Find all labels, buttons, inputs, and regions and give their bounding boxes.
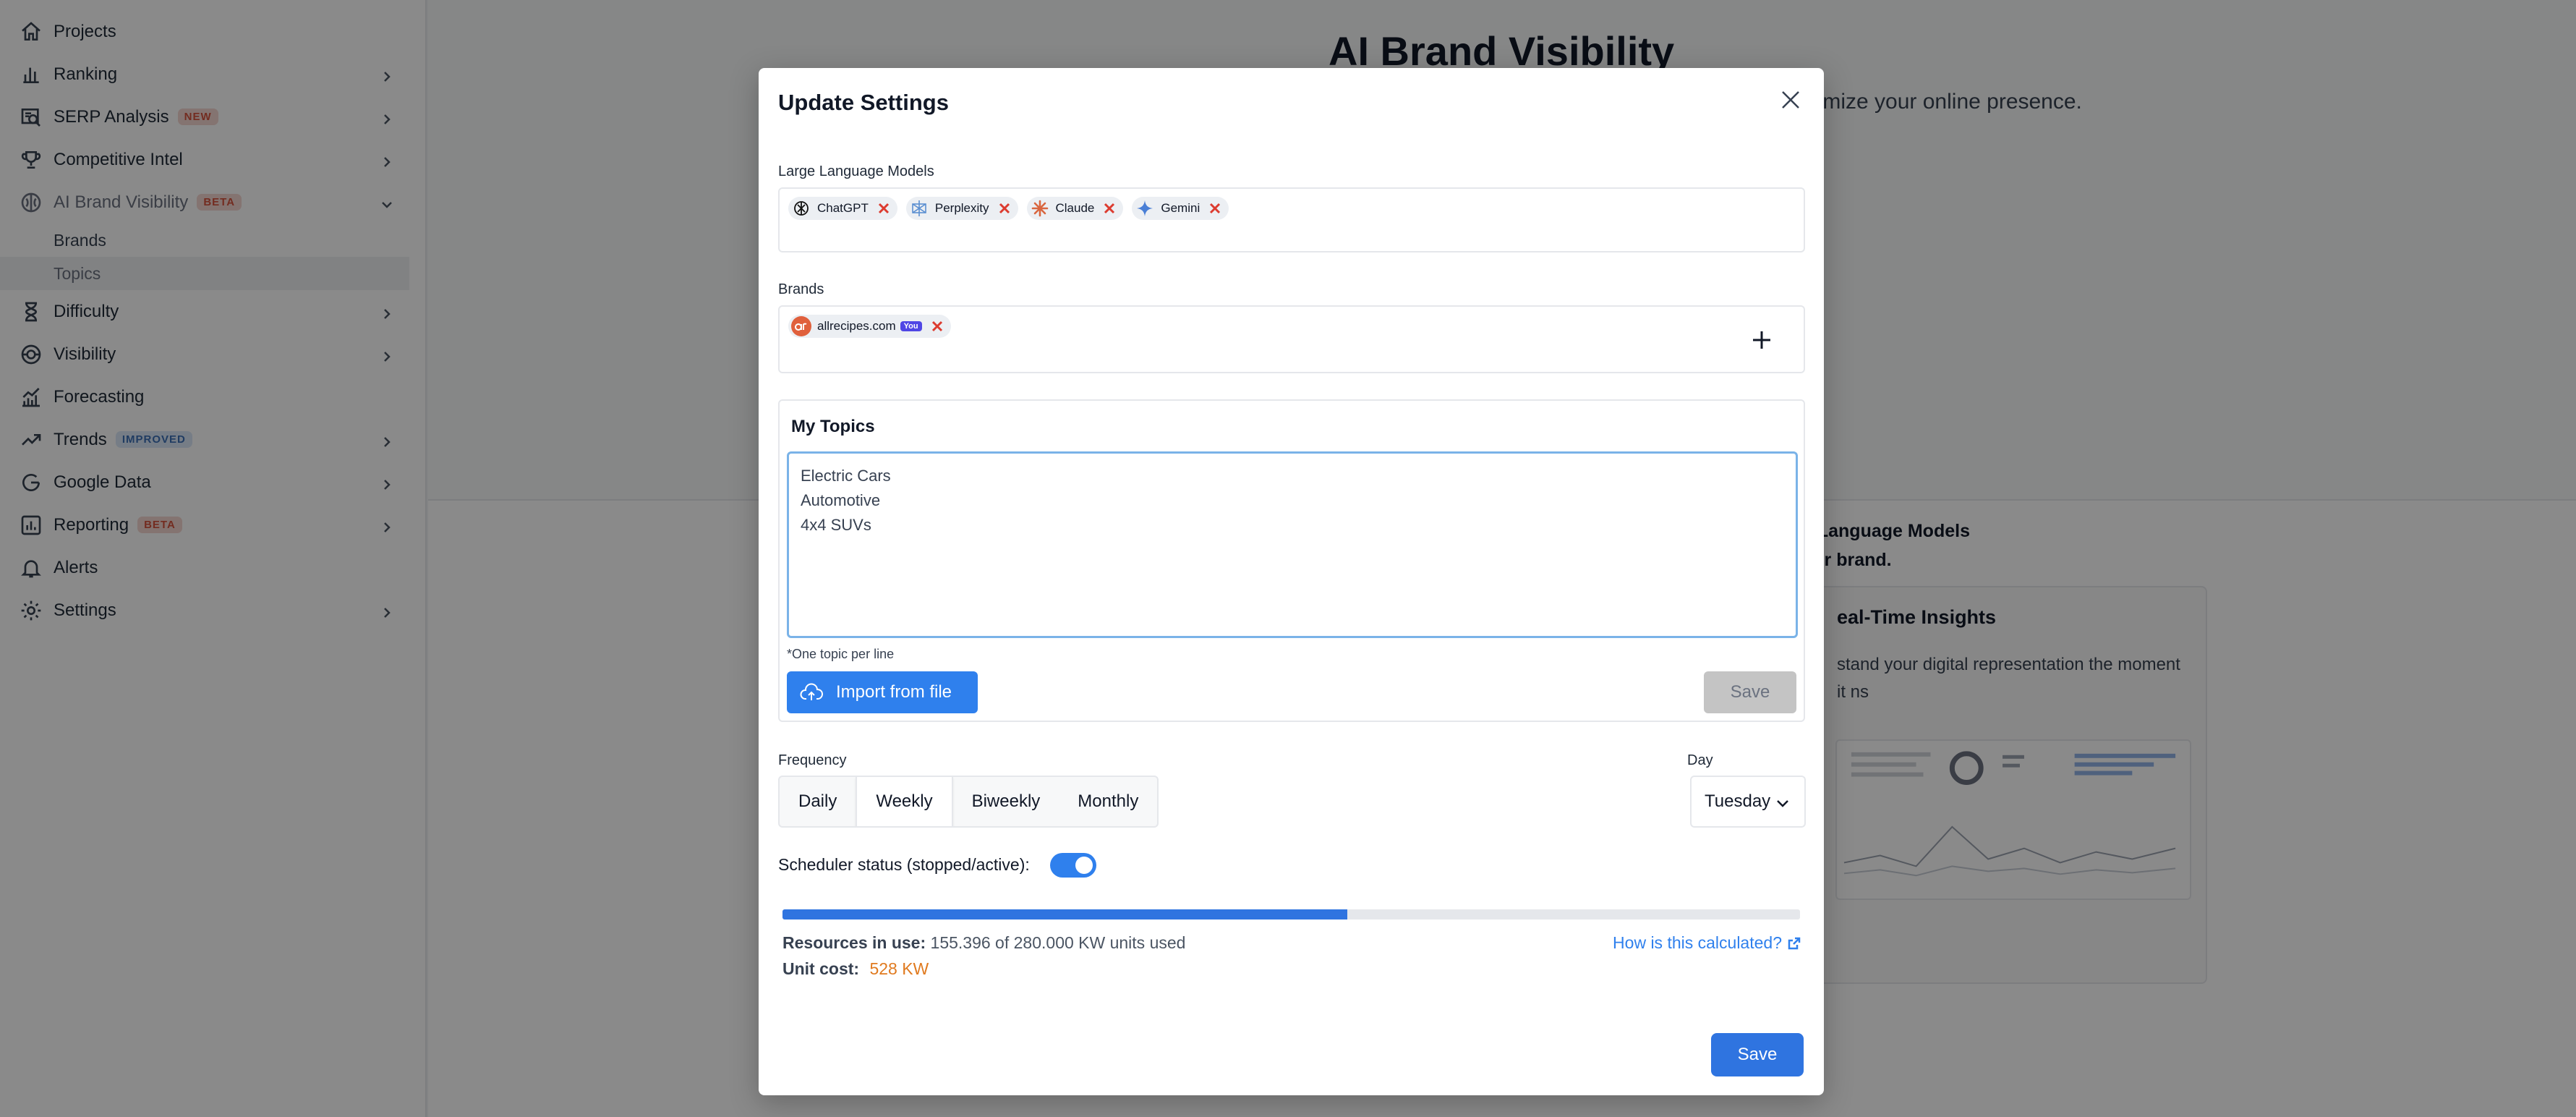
frequency-option-weekly[interactable]: Weekly xyxy=(856,777,953,826)
chevron-down-icon xyxy=(1774,794,1791,812)
close-icon xyxy=(931,320,942,332)
external-link-icon xyxy=(1788,937,1801,949)
resources-progress-bar xyxy=(782,909,1800,919)
my-topics-card: My Topics Electric Cars Automotive 4x4 S… xyxy=(778,399,1805,722)
you-badge: You xyxy=(900,321,922,331)
llm-chip: ChatGPT xyxy=(788,197,897,220)
scheduler-toggle[interactable] xyxy=(1050,853,1096,878)
resources-progress-fill xyxy=(782,909,1347,919)
resources-text: Resources in use: 155.396 of 280.000 KW … xyxy=(782,933,1185,953)
plus-icon xyxy=(1753,331,1770,349)
topics-save-button[interactable]: Save xyxy=(1704,671,1796,713)
frequency-option-daily[interactable]: Daily xyxy=(780,777,856,826)
frequency-label: Frequency xyxy=(778,752,847,768)
frequency-option-biweekly[interactable]: Biweekly xyxy=(953,777,1059,826)
brand-chip-label: allrecipes.com xyxy=(817,319,896,333)
brand-chip: allrecipes.com You xyxy=(788,315,951,338)
llm-chip-label: Perplexity xyxy=(934,201,989,215)
resources-value: 155.396 of 280.000 KW units used xyxy=(930,933,1186,952)
claude-icon xyxy=(1030,198,1050,218)
day-label: Day xyxy=(1687,752,1713,768)
topics-hint: *One topic per line xyxy=(787,647,895,661)
llm-chip-label: ChatGPT xyxy=(817,201,869,215)
llm-label: Large Language Models xyxy=(778,163,934,179)
llm-select[interactable]: ChatGPT Perplexity Claude Gemini xyxy=(778,187,1805,252)
close-icon xyxy=(878,203,889,214)
close-button[interactable] xyxy=(1778,87,1804,113)
topics-title: My Topics xyxy=(791,417,875,436)
allrecipes-logo-icon xyxy=(791,316,811,336)
llm-chip: Gemini xyxy=(1132,197,1229,220)
update-settings-modal: Update Settings Large Language Models Ch… xyxy=(759,68,1824,1095)
remove-chip-button[interactable] xyxy=(1103,202,1116,215)
frequency-option-monthly[interactable]: Monthly xyxy=(1059,777,1157,826)
modal-title: Update Settings xyxy=(778,90,949,115)
day-select[interactable]: Tuesday xyxy=(1690,776,1806,828)
frequency-selector: Daily Weekly Biweekly Monthly xyxy=(778,776,1159,828)
day-value: Tuesday xyxy=(1705,791,1771,811)
brands-label: Brands xyxy=(778,281,824,297)
llm-chip: Perplexity xyxy=(905,197,1018,220)
topics-textarea[interactable]: Electric Cars Automotive 4x4 SUVs xyxy=(787,451,1798,638)
remove-chip-button[interactable] xyxy=(877,202,890,215)
gemini-icon xyxy=(1135,198,1155,218)
add-brand-button[interactable] xyxy=(1747,326,1776,354)
unit-cost-text: Unit cost: 528 KW xyxy=(782,959,929,979)
resources-label: Resources in use: xyxy=(782,933,926,952)
cloud-upload-icon xyxy=(800,681,823,703)
save-button[interactable]: Save xyxy=(1711,1033,1804,1076)
perplexity-icon xyxy=(909,198,929,218)
remove-chip-button[interactable] xyxy=(998,202,1011,215)
close-icon xyxy=(1104,203,1115,214)
close-icon xyxy=(1210,203,1221,214)
scheduler-status-label: Scheduler status (stopped/active): xyxy=(778,855,1030,874)
how-calculated-link[interactable]: How is this calculated? xyxy=(1613,933,1801,953)
toggle-knob xyxy=(1075,857,1093,874)
remove-chip-button[interactable] xyxy=(931,320,944,333)
import-from-file-button[interactable]: Import from file xyxy=(787,671,978,713)
how-calculated-label: How is this calculated? xyxy=(1613,933,1782,952)
close-icon xyxy=(1782,91,1799,109)
llm-chip: Claude xyxy=(1026,197,1124,220)
close-icon xyxy=(999,203,1010,214)
brands-select[interactable]: allrecipes.com You xyxy=(778,305,1805,373)
remove-chip-button[interactable] xyxy=(1208,202,1221,215)
llm-chip-label: Gemini xyxy=(1161,201,1200,215)
llm-chip-label: Claude xyxy=(1055,201,1095,215)
unit-cost-value: 528 KW xyxy=(869,959,929,978)
unit-cost-label: Unit cost: xyxy=(782,959,860,978)
chatgpt-icon xyxy=(791,198,811,218)
import-label: Import from file xyxy=(836,682,952,702)
